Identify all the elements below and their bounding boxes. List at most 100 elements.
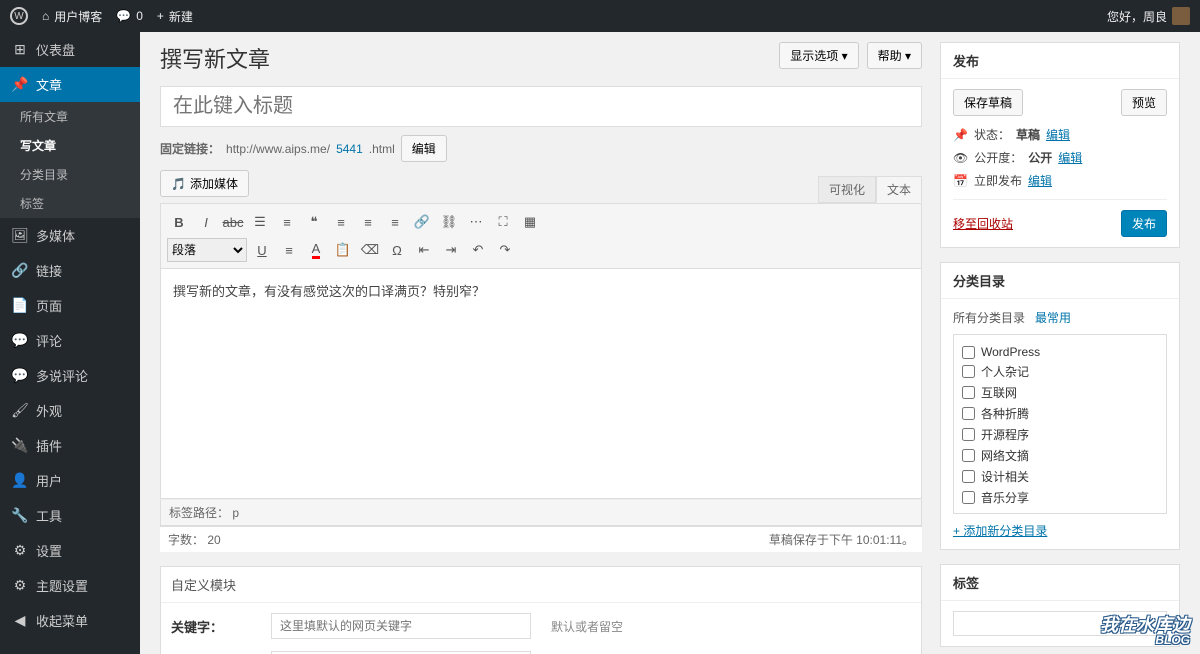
add-media-button[interactable]: 🎵添加媒体 <box>160 170 249 197</box>
category-checkbox[interactable] <box>962 365 975 378</box>
permalink-edit-button[interactable]: 编辑 <box>401 135 447 162</box>
move-to-trash-link[interactable]: 移至回收站 <box>953 215 1013 232</box>
comment-icon: 💬 <box>12 333 28 349</box>
sidebar-item-duoshuo[interactable]: 💬多说评论 <box>0 358 140 393</box>
sidebar-item-appearance[interactable]: 🖌外观 <box>0 393 140 428</box>
sidebar-sub-tags[interactable]: 标签 <box>0 189 140 218</box>
sidebar-item-links[interactable]: 🔗链接 <box>0 253 140 288</box>
category-checkbox[interactable] <box>962 407 975 420</box>
sidebar-item-dashboard[interactable]: ⊞仪表盘 <box>0 32 140 67</box>
justify-button[interactable]: ≡ <box>277 238 301 262</box>
help-button[interactable]: 帮助 ▾ <box>867 42 922 69</box>
special-char-button[interactable]: Ω <box>385 238 409 262</box>
link-icon: 🔗 <box>12 263 28 279</box>
category-checkbox[interactable] <box>962 449 975 462</box>
category-item[interactable]: 各种折腾 <box>962 403 1158 424</box>
avatar <box>1172 7 1190 25</box>
sidebar-sub-categories[interactable]: 分类目录 <box>0 160 140 189</box>
category-item[interactable]: 网络文摘 <box>962 445 1158 466</box>
post-title-input[interactable] <box>160 86 922 127</box>
site-home-link[interactable]: ⌂用户博客 <box>42 8 102 25</box>
category-item[interactable]: 设计相关 <box>962 466 1158 487</box>
sidebar-sub-new-post[interactable]: 写文章 <box>0 131 140 160</box>
indent-button[interactable]: ⇥ <box>439 238 463 262</box>
category-item[interactable]: 开源程序 <box>962 424 1158 445</box>
number-list-button[interactable]: ≡ <box>275 210 299 234</box>
sidebar-item-settings[interactable]: ⚙设置 <box>0 533 140 568</box>
new-content-link[interactable]: +新建 <box>157 8 193 25</box>
page-icon: 📄 <box>12 298 28 314</box>
fullscreen-button[interactable]: ⛶ <box>491 210 515 234</box>
sidebar-collapse[interactable]: ◀收起菜单 <box>0 603 140 638</box>
category-checkbox[interactable] <box>962 428 975 441</box>
undo-button[interactable]: ↶ <box>466 238 490 262</box>
outdent-button[interactable]: ⇤ <box>412 238 436 262</box>
text-color-button[interactable]: A <box>304 238 328 262</box>
sidebar-item-comments[interactable]: 💬评论 <box>0 323 140 358</box>
format-select[interactable]: 段落 <box>167 238 247 262</box>
gear-icon: ⚙ <box>12 578 28 594</box>
sidebar-item-theme-settings[interactable]: ⚙主题设置 <box>0 568 140 603</box>
sidebar-item-pages[interactable]: 📄页面 <box>0 288 140 323</box>
category-checkbox[interactable] <box>962 491 975 504</box>
screen-options-button[interactable]: 显示选项 ▾ <box>779 42 858 69</box>
admin-sidebar: ⊞仪表盘 📌文章 所有文章 写文章 分类目录 标签 🖼多媒体 🔗链接 📄页面 💬… <box>0 32 140 654</box>
preview-button[interactable]: 预览 <box>1121 89 1167 116</box>
link-button[interactable]: 🔗 <box>410 210 434 234</box>
clear-format-button[interactable]: ⌫ <box>358 238 382 262</box>
text-tab[interactable]: 文本 <box>876 176 922 203</box>
publish-button[interactable]: 发布 <box>1121 210 1167 237</box>
wp-logo[interactable]: W <box>10 7 28 25</box>
category-item[interactable]: 个人杂记 <box>962 361 1158 382</box>
brush-icon: 🖌 <box>12 403 28 419</box>
save-draft-button[interactable]: 保存草稿 <box>953 89 1023 116</box>
cat-tab-popular[interactable]: 最常用 <box>1035 309 1071 326</box>
toolbar-toggle-button[interactable]: ▦ <box>518 210 542 234</box>
align-left-button[interactable]: ≡ <box>329 210 353 234</box>
underline-button[interactable]: U <box>250 238 274 262</box>
editor-content[interactable]: 撰写新的文章，有没有感觉这次的口译满页？特别窄？ <box>160 269 922 499</box>
edit-visibility-link[interactable]: 编辑 <box>1058 149 1082 166</box>
eye-icon: 👁 <box>953 151 968 165</box>
category-checkbox[interactable] <box>962 346 975 359</box>
category-list: WordPress个人杂记互联网各种折腾开源程序网络文摘设计相关音乐分享 <box>953 334 1167 514</box>
quote-button[interactable]: ❝ <box>302 210 326 234</box>
category-item[interactable]: WordPress <box>962 343 1158 361</box>
italic-button[interactable]: I <box>194 210 218 234</box>
add-category-link[interactable]: + 添加新分类目录 <box>953 522 1047 539</box>
wrench-icon: 🔧 <box>12 508 28 524</box>
category-item[interactable]: 互联网 <box>962 382 1158 403</box>
paste-text-button[interactable]: 📋 <box>331 238 355 262</box>
sidebar-item-media[interactable]: 🖼多媒体 <box>0 218 140 253</box>
sidebar-item-users[interactable]: 👤用户 <box>0 463 140 498</box>
edit-status-link[interactable]: 编辑 <box>1046 126 1070 143</box>
bold-button[interactable]: B <box>167 210 191 234</box>
publish-box: 发布 保存草稿 预览 📌状态： 草稿 编辑 👁公开度： 公开 编辑 📅立即发布 … <box>940 42 1180 248</box>
bullet-list-button[interactable]: ☰ <box>248 210 272 234</box>
permalink-slug[interactable]: 5441 <box>336 142 363 156</box>
category-checkbox[interactable] <box>962 470 975 483</box>
editor-toolbar: B I abc ☰ ≡ ❝ ≡ ≡ ≡ 🔗 ⛓ ⋯ ⛶ ▦ 段落 <box>160 203 922 269</box>
sidebar-item-tools[interactable]: 🔧工具 <box>0 498 140 533</box>
keywords-input[interactable] <box>271 613 531 639</box>
cat-tab-all[interactable]: 所有分类目录 <box>953 309 1025 326</box>
strike-button[interactable]: abc <box>221 210 245 234</box>
user-greeting[interactable]: 您好，周良 <box>1107 7 1190 25</box>
more-button[interactable]: ⋯ <box>464 210 488 234</box>
comments-link[interactable]: 💬0 <box>116 9 143 23</box>
pin-icon: 📌 <box>12 77 28 93</box>
plus-icon: + <box>157 9 164 23</box>
category-item[interactable]: 音乐分享 <box>962 487 1158 508</box>
category-checkbox[interactable] <box>962 386 975 399</box>
edit-schedule-link[interactable]: 编辑 <box>1028 172 1052 189</box>
page-title: 撰写新文章 <box>160 42 270 74</box>
align-right-button[interactable]: ≡ <box>383 210 407 234</box>
autosave-status: 草稿保存于下午 10:01:11。 <box>769 531 914 548</box>
unlink-button[interactable]: ⛓ <box>437 210 461 234</box>
sidebar-item-plugins[interactable]: 🔌插件 <box>0 428 140 463</box>
align-center-button[interactable]: ≡ <box>356 210 380 234</box>
sidebar-item-posts[interactable]: 📌文章 <box>0 67 140 102</box>
redo-button[interactable]: ↷ <box>493 238 517 262</box>
sidebar-sub-all-posts[interactable]: 所有文章 <box>0 102 140 131</box>
visual-tab[interactable]: 可视化 <box>818 176 876 203</box>
